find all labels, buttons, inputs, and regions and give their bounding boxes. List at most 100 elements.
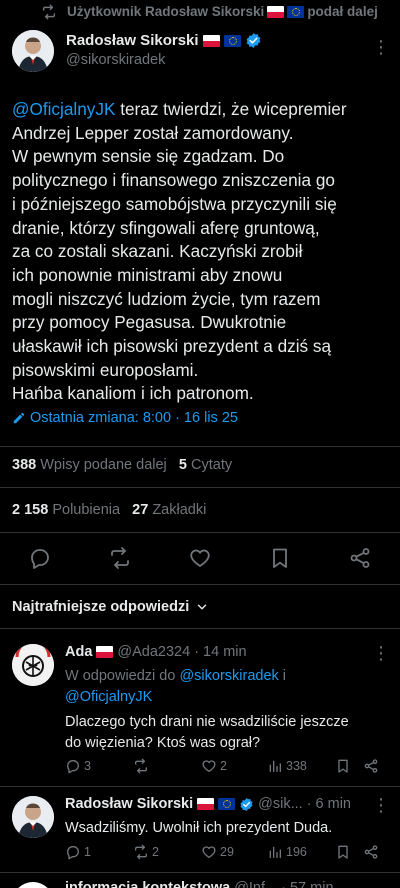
views-icon: [267, 844, 283, 860]
tweet-text: @OficjalnyJK teraz twierdzi, że wiceprem…: [12, 98, 392, 406]
tweet-line: za co zostali skazani. Kaczyński zrobił: [12, 241, 303, 262]
share-icon[interactable]: [363, 758, 379, 774]
more-options-icon[interactable]: ⋮: [372, 38, 390, 56]
repost-stats[interactable]: 388 Wpisy podane dalej 5 Cytaty: [12, 457, 232, 473]
retweet-banner-suffix: podał dalej: [307, 4, 378, 19]
like-count: 29: [220, 845, 234, 859]
author-name[interactable]: Radosław Sikorski: [66, 32, 199, 49]
repost-count: 2: [152, 845, 159, 859]
replies-sort-dropdown[interactable]: Najtrafniejsze odpowiedzi: [12, 599, 209, 615]
tweet-line: Hańba kanaliom i ich patronom.: [12, 383, 254, 404]
reposts-count: 388: [12, 457, 37, 473]
replies-sort-label: Najtrafniejsze odpowiedzi: [12, 599, 190, 615]
tweet-line: teraz twierdzi, że wicepremier: [115, 99, 347, 119]
tweet-action-bar: [0, 542, 400, 574]
reply-author-handle[interactable]: @sik...: [258, 796, 303, 812]
likes-label: Polubienia: [52, 502, 121, 518]
reply-author-name[interactable]: informacja kontekstowa: [65, 880, 230, 888]
reply-icon[interactable]: [28, 546, 52, 570]
reply-text-line: Wsadziliśmy. Uwolnił ich prezydent Duda.: [65, 820, 333, 836]
more-options-icon[interactable]: ⋮: [372, 644, 390, 662]
reply-time[interactable]: · 14 min: [194, 644, 246, 660]
like-button[interactable]: 2: [201, 758, 227, 774]
reply-author-handle[interactable]: @Inf...: [234, 880, 277, 888]
avatar[interactable]: [12, 882, 54, 888]
reply-icon: [65, 844, 81, 860]
tweet-line: przy pomocy Pegasusa. Dwukrotnie: [12, 312, 287, 333]
poland-flag-icon: [197, 798, 215, 810]
view-count: 338: [286, 759, 307, 773]
tweet-line: dranie, którzy sfingowali aferę gruntową…: [12, 217, 320, 238]
author-handle[interactable]: @sikorskiradek: [66, 52, 165, 68]
divider: [0, 487, 400, 488]
reply-item[interactable]: Ada @Ada2324 · 14 min ⋮ W odpowiedzi do …: [0, 628, 400, 786]
likes-count: 2 158: [12, 502, 49, 518]
bookmarks-count: 27: [132, 502, 149, 518]
reply-item[interactable]: informacja kontekstowa @Inf... · 57 min: [0, 872, 400, 888]
reply-button[interactable]: 3: [65, 758, 91, 774]
like-icon[interactable]: [188, 546, 212, 570]
like-count: 2: [220, 759, 227, 773]
reply-item[interactable]: Radosław Sikorski @sik... · 6 min ⋮ Wsad…: [0, 786, 400, 872]
share-icon[interactable]: [348, 546, 372, 570]
reply-author-name[interactable]: Radosław Sikorski: [65, 796, 193, 812]
verified-badge-icon: [245, 32, 262, 49]
view-count: 196: [286, 845, 307, 859]
author-name-row[interactable]: Radosław Sikorski: [66, 32, 262, 49]
quotes-label: Cytaty: [191, 457, 233, 473]
poland-flag-icon: [202, 34, 220, 47]
edited-label: Ostatnia zmiana: 8:00 · 16 lis 25: [30, 410, 238, 426]
reply-button[interactable]: 1: [65, 844, 91, 860]
retweet-banner[interactable]: Użytkownik Radosław Sikorski podał dalej: [0, 0, 400, 24]
like-button[interactable]: 29: [201, 844, 234, 860]
tweet-line: mogli niszczyć ludziom życie, tym razem: [12, 288, 321, 309]
repost-icon: [41, 4, 57, 20]
poland-flag-icon: [267, 5, 285, 18]
repost-button[interactable]: [133, 758, 152, 774]
reply-action-bar: 3 2 338: [65, 758, 385, 778]
repost-icon[interactable]: [108, 546, 132, 570]
eu-flag-icon: [223, 34, 241, 47]
repost-button[interactable]: 2: [133, 844, 159, 860]
reply-count: 1: [84, 845, 91, 859]
retweet-banner-text: Użytkownik Radosław Sikorski: [67, 4, 265, 19]
reply-to-link[interactable]: @sikorskiradek: [179, 668, 278, 684]
avatar[interactable]: [12, 796, 54, 838]
reply-author-handle[interactable]: @Ada2324: [117, 644, 190, 660]
bookmark-icon[interactable]: [268, 546, 292, 570]
reply-time[interactable]: · 57 min: [281, 880, 333, 888]
bookmark-icon[interactable]: [335, 758, 351, 774]
reply-count: 3: [84, 759, 91, 773]
eu-flag-icon: [218, 798, 236, 810]
tweet-line: W pewnym sensie się zgadzam. Do: [12, 146, 285, 167]
reply-icon: [65, 758, 81, 774]
edit-pencil-icon: [12, 411, 26, 425]
more-options-icon[interactable]: ⋮: [372, 796, 390, 814]
tweet-line: politycznego i finansowego zniszczenia g…: [12, 170, 335, 191]
divider: [0, 584, 400, 585]
tweet-line: pisowskimi europosłami.: [12, 359, 199, 380]
reply-to-link[interactable]: @OficjalnyJK: [65, 686, 152, 708]
share-icon[interactable]: [363, 844, 379, 860]
quotes-count: 5: [178, 457, 187, 473]
chevron-down-icon: [195, 600, 209, 614]
avatar[interactable]: [12, 644, 54, 686]
views-button[interactable]: 196: [267, 844, 307, 860]
reply-context: W odpowiedzi do @sikorskiradek i: [65, 665, 286, 687]
like-stats[interactable]: 2 158 Polubienia 27 Zakładki: [12, 502, 206, 518]
tweet-line: i późniejszego samobójstwa przyczynili s…: [12, 193, 337, 214]
avatar[interactable]: [12, 30, 54, 72]
reply-time[interactable]: · 6 min: [307, 796, 351, 812]
repost-icon: [133, 844, 149, 860]
repost-icon: [133, 758, 149, 774]
edit-history-link[interactable]: Ostatnia zmiana: 8:00 · 16 lis 25: [12, 410, 238, 426]
mention-link[interactable]: @OficjalnyJK: [12, 99, 115, 119]
views-button[interactable]: 338: [267, 758, 307, 774]
reply-to-prefix: W odpowiedzi do: [65, 668, 176, 684]
bookmark-icon[interactable]: [335, 844, 351, 860]
tweet-line: Andrzej Lepper został zamordowany.: [12, 122, 294, 143]
reposts-label: Wpisy podane dalej: [40, 457, 167, 473]
reply-text-line: Dlaczego tych drani nie wsadziliście jes…: [65, 714, 349, 730]
reply-author-name[interactable]: Ada: [65, 644, 92, 660]
divider: [0, 446, 400, 447]
